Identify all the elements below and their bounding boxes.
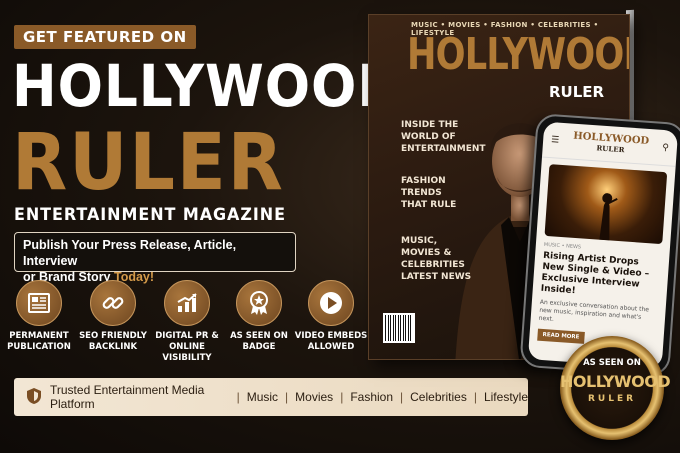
cover-line-text: FASHION TRENDS THAT RULE (401, 176, 457, 210)
phone-screen: ☰ HOLLYWOOD RULER ⚲ MUSIC • NEWS Rising … (527, 121, 679, 369)
trust-bar: Trusted Entertainment Media Platform | M… (14, 378, 528, 416)
feature-permanent-publication: PERMANENT PUBLICATION (2, 280, 76, 353)
cover-line-1: INSIDE THE WORLD OF ENTERTAINMENT (401, 119, 486, 155)
feature-label: PERMANENT PUBLICATION (7, 331, 71, 352)
feature-label: AS SEEN ON BADGE (230, 331, 288, 352)
concert-image (544, 164, 668, 245)
feature-label: DIGITAL PR & ONLINE VISIBILITY (155, 331, 219, 363)
newspaper-icon (16, 280, 62, 326)
article-excerpt: An exclusive conversation about the new … (538, 298, 650, 323)
phone-logo: HOLLYWOOD RULER (572, 130, 650, 154)
feature-video-embeds: VIDEO EMBEDS ALLOWED (294, 280, 368, 353)
article-headline[interactable]: Rising Artist Drops New Single & Video –… (540, 251, 661, 303)
category-fashion: Fashion (350, 390, 394, 404)
trust-text: Trusted Entertainment Media Platform (50, 383, 205, 411)
feature-seo-backlink: SEO FRIENDLY BACKLINK (76, 280, 150, 353)
category-music: Music (246, 390, 279, 404)
read-more-button[interactable]: READ MORE (537, 328, 585, 344)
menu-icon[interactable]: ☰ (551, 134, 560, 146)
cover-line-2: FASHION TRENDS THAT RULE (401, 175, 456, 211)
brand-title-line2: RULER (12, 118, 285, 208)
category-movies: Movies (295, 390, 334, 404)
award-badge-icon (236, 280, 282, 326)
search-icon[interactable]: ⚲ (662, 142, 669, 153)
category-lifestyle: Lifestyle (483, 390, 528, 404)
feature-label: VIDEO EMBEDS ALLOWED (294, 331, 368, 352)
badge-line1: AS SEEN ON (583, 358, 641, 368)
divider: | (400, 390, 404, 404)
feature-as-seen-on-badge: AS SEEN ON BADGE (222, 280, 296, 353)
divider: | (285, 390, 289, 404)
as-seen-on-badge: AS SEEN ON HOLLYWOOD RULER (560, 336, 671, 440)
magazine-title: HOLLYWOOD (407, 29, 630, 80)
cover-line-text: MUSIC, MOVIES & CELEBRITIES LATEST NEWS (401, 236, 472, 282)
brand-title-line1: HOLLYWOOD (12, 52, 403, 120)
feature-digital-pr: DIGITAL PR & ONLINE VISIBILITY (150, 280, 224, 364)
divider: | (473, 390, 477, 404)
divider: | (340, 390, 344, 404)
feature-label: SEO FRIENDLY BACKLINK (79, 331, 147, 352)
divider: | (236, 390, 240, 404)
link-icon (90, 280, 136, 326)
cover-line-text: INSIDE THE WORLD OF ENTERTAINMENT (401, 120, 486, 154)
featured-tag: GET FEATURED ON (14, 25, 196, 49)
badge-line2: HOLLYWOOD (560, 372, 671, 391)
pitch-box: Publish Your Press Release, Article, Int… (14, 232, 296, 284)
badge-line3: RULER (587, 394, 637, 404)
pitch-line1: Publish Your Press Release, Article, Int… (23, 238, 237, 268)
growth-chart-icon (164, 280, 210, 326)
shield-icon (26, 387, 42, 408)
play-icon (308, 280, 354, 326)
cover-line-3: MUSIC, MOVIES & CELEBRITIES LATEST NEWS (401, 235, 471, 283)
barcode-icon (383, 313, 415, 343)
category-celebrities: Celebrities (410, 390, 467, 404)
brand-subtitle: ENTERTAINMENT MAGAZINE (14, 205, 286, 225)
phone-header: ☰ HOLLYWOOD RULER ⚲ (541, 121, 679, 167)
